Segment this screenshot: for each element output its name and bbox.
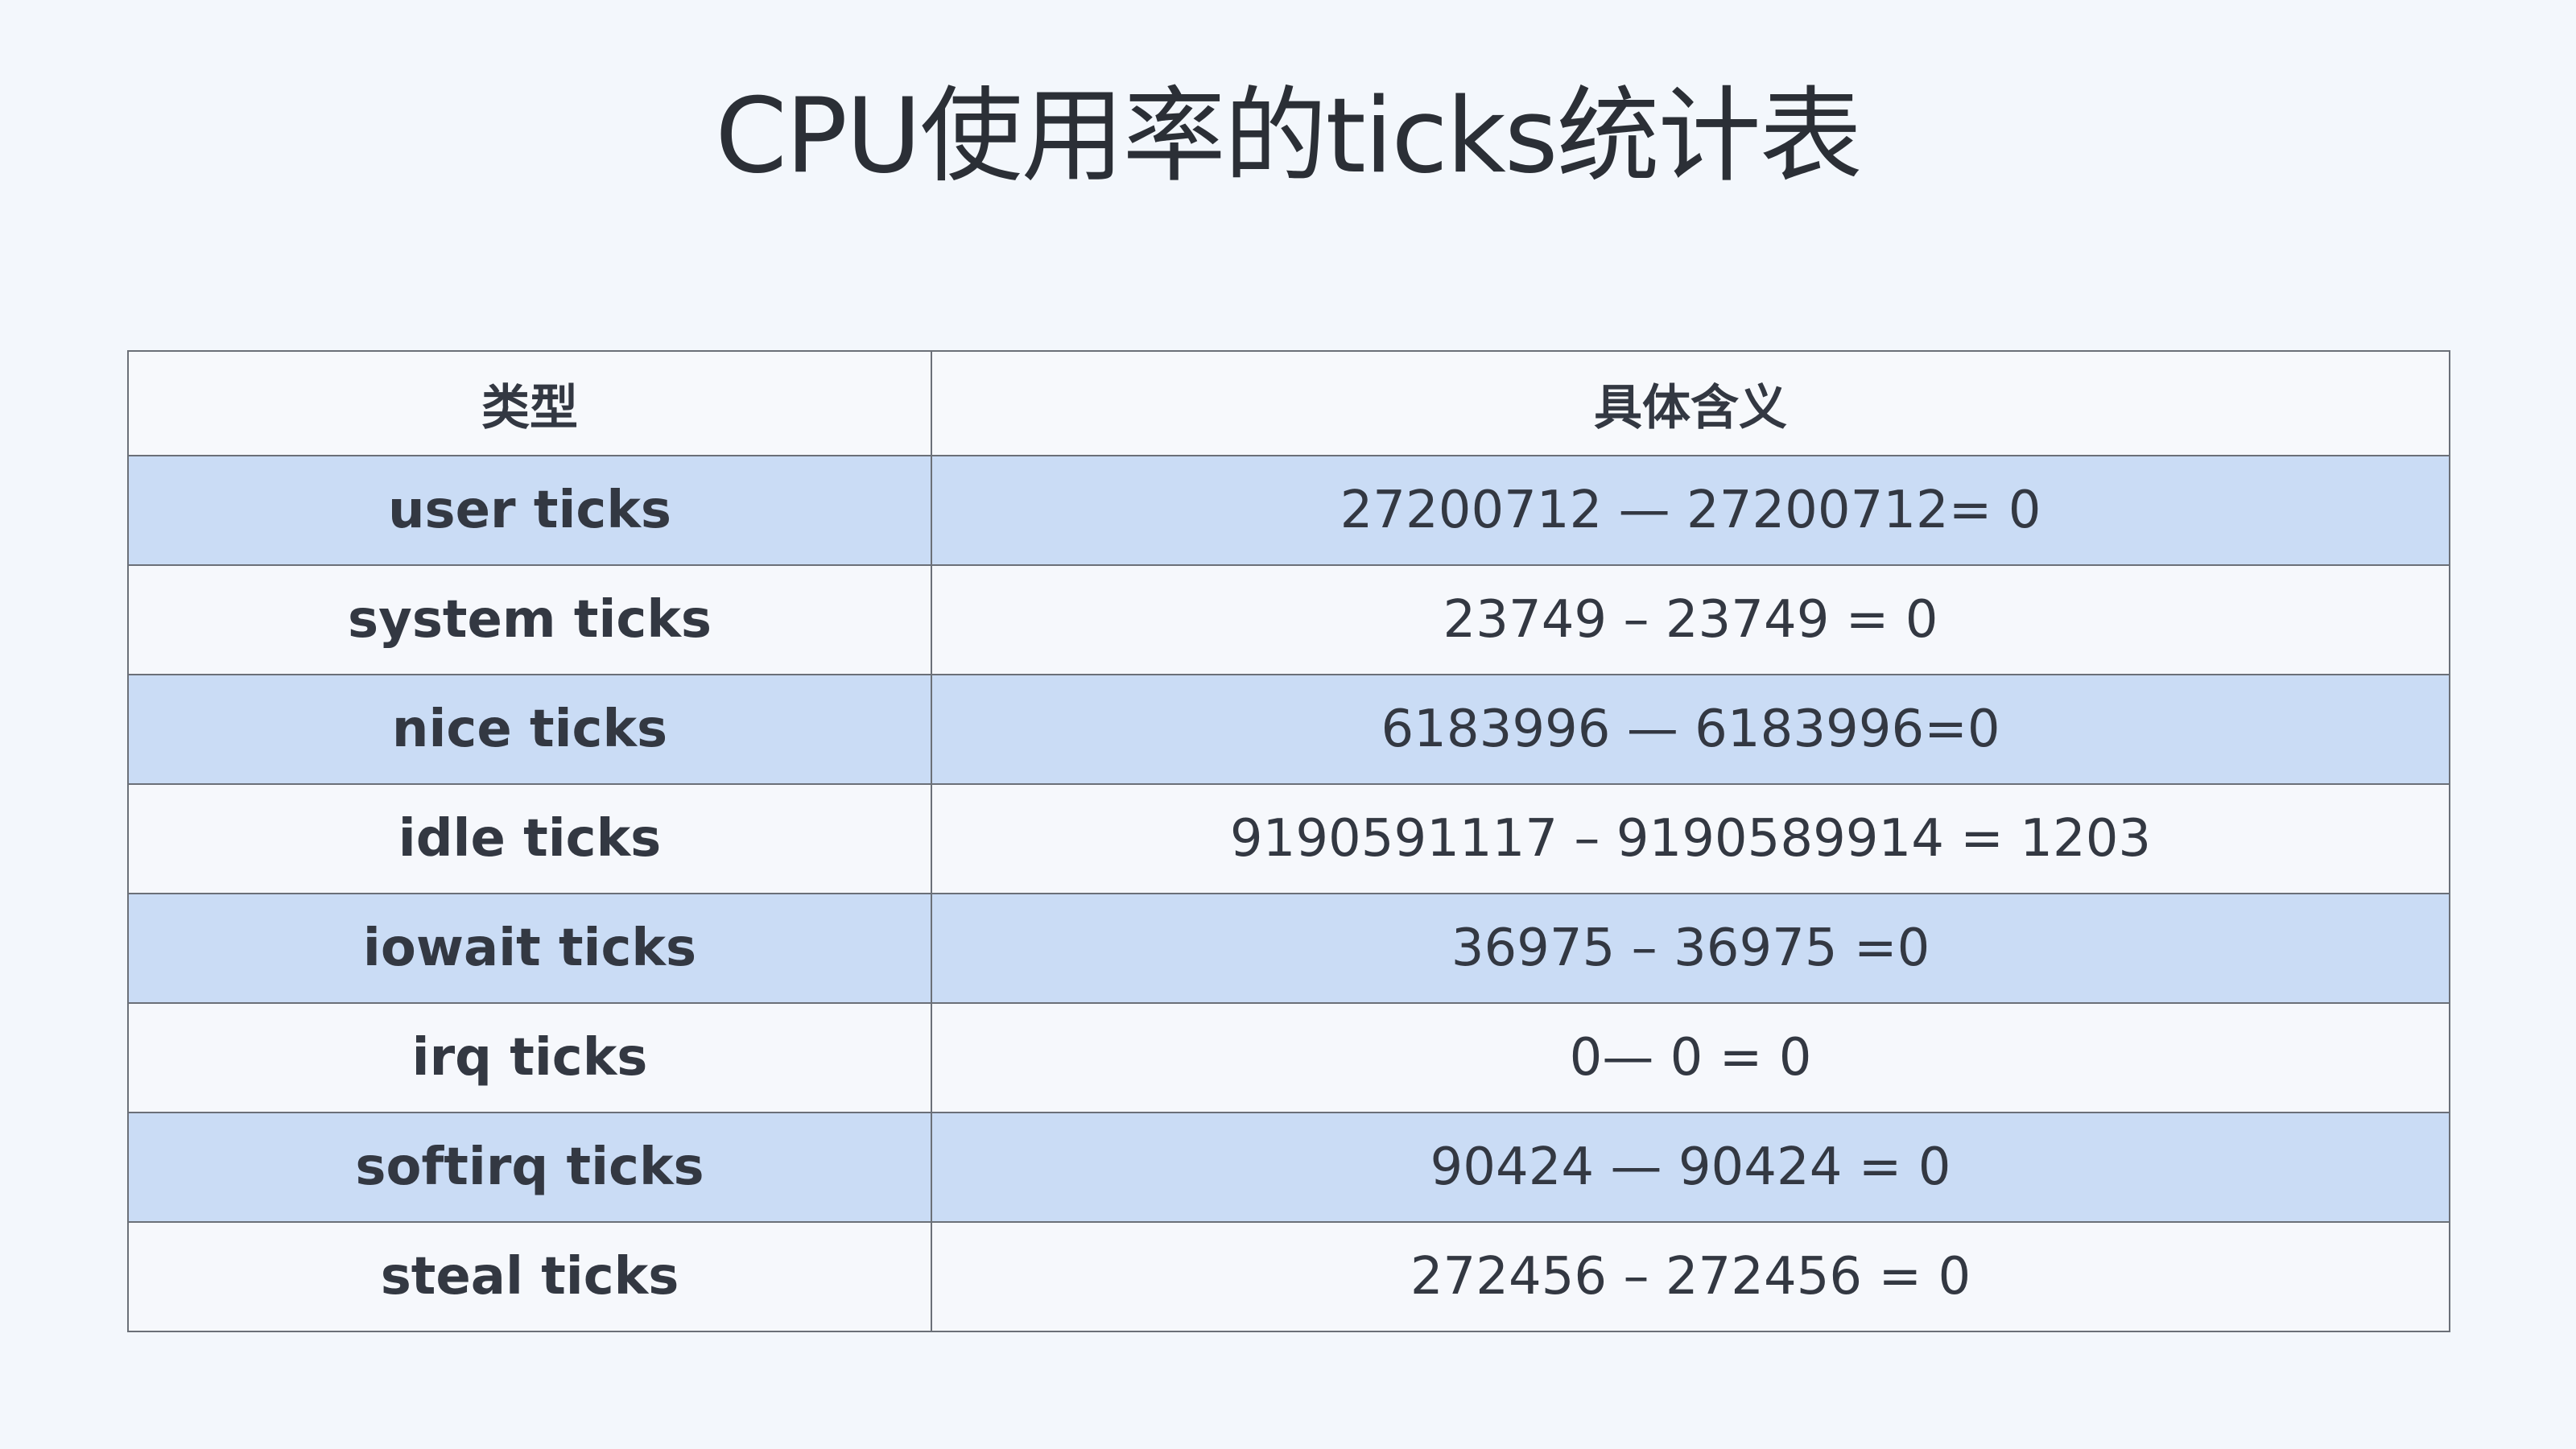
type-cell: idle ticks — [127, 783, 932, 894]
type-cell: nice ticks — [127, 674, 932, 785]
table-row: irq ticks 0— 0 = 0 — [127, 1002, 2450, 1113]
meaning-cell: 272456 – 272456 = 0 — [931, 1221, 2450, 1332]
type-cell: steal ticks — [127, 1221, 932, 1332]
meaning-cell: 27200712 — 27200712= 0 — [931, 455, 2450, 566]
meaning-cell: 90424 — 90424 = 0 — [931, 1112, 2450, 1223]
meaning-cell: 0— 0 = 0 — [931, 1002, 2450, 1113]
table-row: softirq ticks 90424 — 90424 = 0 — [127, 1112, 2450, 1223]
meaning-cell: 36975 – 36975 =0 — [931, 893, 2450, 1004]
meaning-cell: 9190591117 – 9190589914 = 1203 — [931, 783, 2450, 894]
type-cell: user ticks — [127, 455, 932, 566]
table-row: iowait ticks 36975 – 36975 =0 — [127, 893, 2450, 1004]
column-header-type: 类型 — [127, 350, 932, 456]
type-cell: softirq ticks — [127, 1112, 932, 1223]
type-cell: irq ticks — [127, 1002, 932, 1113]
column-header-meaning: 具体含义 — [931, 350, 2450, 456]
cpu-ticks-table: 类型 具体含义 user ticks 27200712 — 27200712= … — [127, 350, 2450, 1332]
table-row: idle ticks 9190591117 – 9190589914 = 120… — [127, 783, 2450, 894]
table-row: steal ticks 272456 – 272456 = 0 — [127, 1221, 2450, 1332]
meaning-cell: 23749 – 23749 = 0 — [931, 564, 2450, 675]
table-row: nice ticks 6183996 — 6183996=0 — [127, 674, 2450, 785]
type-cell: iowait ticks — [127, 893, 932, 1004]
meaning-cell: 6183996 — 6183996=0 — [931, 674, 2450, 785]
table-header-row: 类型 具体含义 — [127, 350, 2450, 456]
page-title: CPU使用率的ticks统计表 — [715, 76, 1862, 196]
table-row: system ticks 23749 – 23749 = 0 — [127, 564, 2450, 675]
table-row: user ticks 27200712 — 27200712= 0 — [127, 455, 2450, 566]
type-cell: system ticks — [127, 564, 932, 675]
